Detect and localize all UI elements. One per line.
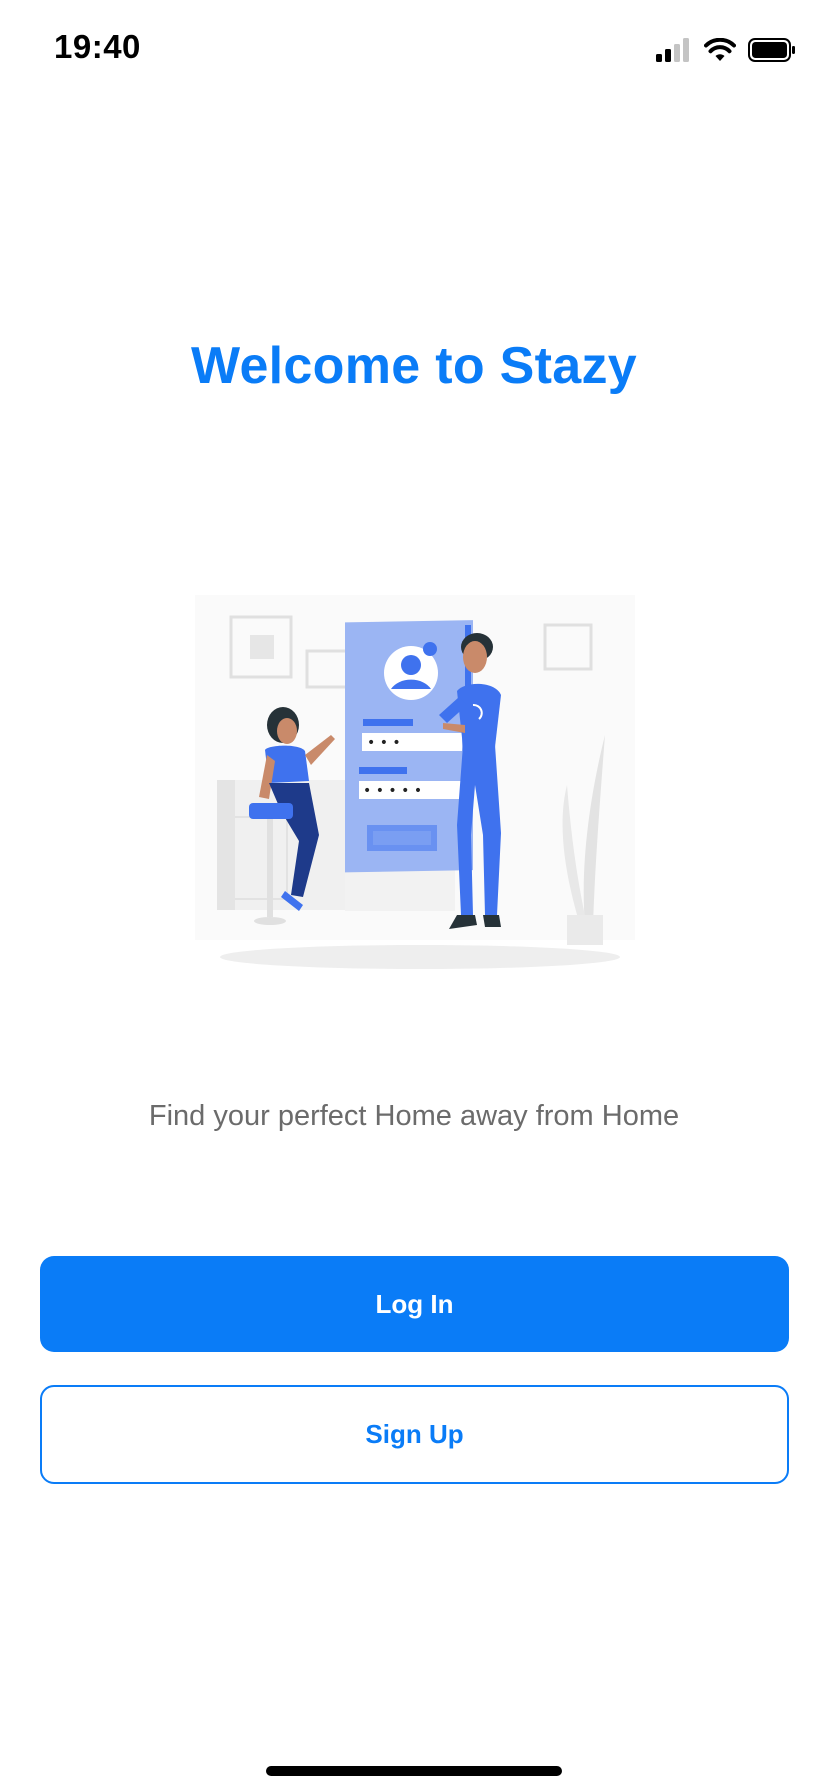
cellular-signal-icon xyxy=(656,38,689,62)
password-dots-2: • • • • • xyxy=(363,783,422,799)
battery-icon xyxy=(748,38,795,62)
wifi-icon xyxy=(704,38,736,61)
password-dots-1: • • • xyxy=(367,735,401,751)
status-icons xyxy=(656,36,796,64)
login-button[interactable]: Log In xyxy=(40,1256,789,1352)
status-time: 19:40 xyxy=(54,28,141,65)
status-bar: 19:40 xyxy=(0,0,828,100)
signup-button[interactable]: Sign Up xyxy=(40,1385,789,1484)
login-button-label: Log In xyxy=(375,1288,454,1319)
page-title: Welcome to Stazy xyxy=(191,337,637,395)
home-indicator[interactable] xyxy=(266,1766,562,1776)
tagline: Find your perfect Home away from Home xyxy=(148,1100,680,1132)
signup-button-label: Sign Up xyxy=(365,1419,464,1449)
login-illustration: • • • • • • • • xyxy=(195,595,635,969)
